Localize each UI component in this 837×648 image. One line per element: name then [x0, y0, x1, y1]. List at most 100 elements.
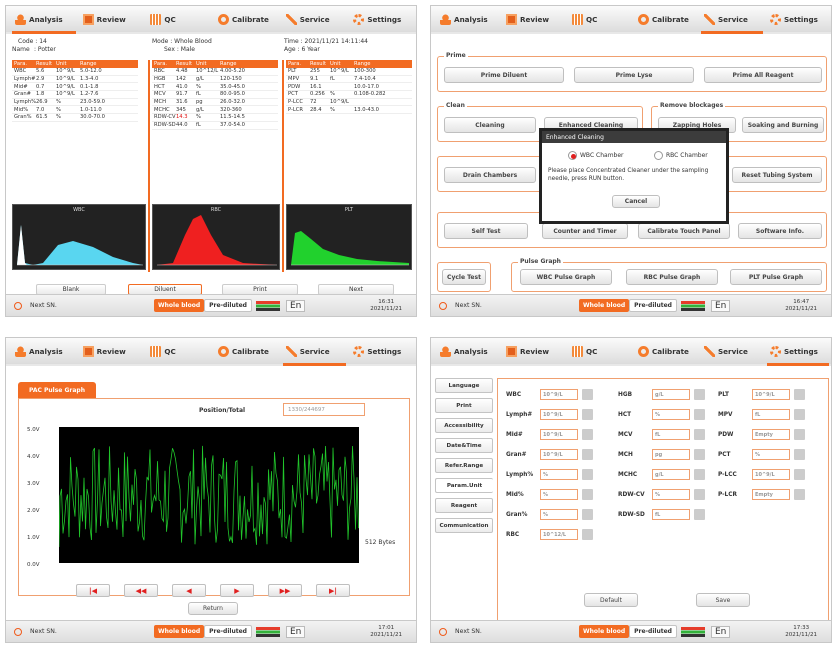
unit-field[interactable]: fL — [652, 429, 690, 440]
soaking-burning-button[interactable]: Soaking and Burning — [742, 117, 824, 133]
tab-analysis[interactable]: Analysis — [435, 338, 501, 364]
unit-field[interactable]: fL — [752, 409, 790, 420]
wbc-chamber-option[interactable]: WBC Chamber — [568, 151, 624, 160]
prime-all-reagent-button[interactable]: Prime All Reagent — [704, 67, 822, 83]
tab-calibrate[interactable]: Calibrate — [633, 338, 699, 364]
unit-dropdown-button[interactable] — [582, 449, 593, 460]
unit-field[interactable]: % — [652, 409, 690, 420]
prediluted-mode[interactable]: Pre-diluted — [204, 299, 252, 312]
language-indicator[interactable]: En — [710, 625, 731, 638]
unit-dropdown-button[interactable] — [794, 409, 805, 420]
prev-fast-button[interactable]: ◀◀ — [124, 584, 158, 597]
unit-field[interactable]: 10^9/L — [752, 389, 790, 400]
unit-dropdown-button[interactable] — [694, 409, 705, 420]
unit-field[interactable]: % — [752, 449, 790, 460]
tab-analysis[interactable]: Analysis — [435, 6, 501, 32]
unit-field[interactable]: g/L — [652, 389, 690, 400]
power-icon[interactable] — [439, 301, 447, 310]
prediluted-mode[interactable]: Pre-diluted — [629, 299, 677, 312]
unit-field[interactable]: 10^9/L — [540, 449, 578, 460]
cycle-test-button[interactable]: Cycle Test — [442, 269, 486, 285]
language-indicator[interactable]: En — [285, 299, 306, 312]
prediluted-mode[interactable]: Pre-diluted — [204, 625, 252, 638]
tab-pac-pulse-graph[interactable]: PAC Pulse Graph — [18, 382, 96, 398]
prime-lyse-button[interactable]: Prime Lyse — [574, 67, 694, 83]
position-field[interactable]: 1330/244697 — [283, 403, 365, 416]
plt-pulse-graph-button[interactable]: PLT Pulse Graph — [730, 269, 822, 285]
tab-qc[interactable]: QC — [567, 338, 633, 364]
tab-service[interactable]: Service — [699, 338, 765, 364]
tab-review[interactable]: Review — [501, 338, 567, 364]
settings-menu-item[interactable]: Communication — [435, 518, 493, 533]
settings-menu-item[interactable]: Language — [435, 378, 493, 393]
default-button[interactable]: Default — [584, 593, 638, 607]
unit-field[interactable]: fL — [652, 509, 690, 520]
unit-field[interactable]: % — [540, 469, 578, 480]
wbc-pulse-graph-button[interactable]: WBC Pulse Graph — [520, 269, 612, 285]
unit-dropdown-button[interactable] — [694, 489, 705, 500]
prime-diluent-button[interactable]: Prime Diluent — [444, 67, 564, 83]
unit-field[interactable]: Empty — [752, 429, 790, 440]
first-page-button[interactable]: |◀ — [76, 584, 110, 597]
unit-dropdown-button[interactable] — [794, 389, 805, 400]
tab-calibrate[interactable]: Calibrate — [213, 6, 281, 32]
return-button[interactable]: Return — [188, 602, 238, 615]
unit-field[interactable]: g/L — [652, 469, 690, 480]
unit-dropdown-button[interactable] — [794, 429, 805, 440]
software-info-button[interactable]: Software Info. — [738, 223, 822, 239]
unit-field[interactable]: % — [540, 509, 578, 520]
tab-qc[interactable]: QC — [567, 6, 633, 32]
power-icon[interactable] — [14, 627, 22, 636]
counter-timer-button[interactable]: Counter and Timer — [542, 223, 628, 239]
whole-blood-mode[interactable]: Whole blood — [154, 299, 205, 312]
tab-calibrate[interactable]: Calibrate — [633, 6, 699, 32]
calibrate-touch-button[interactable]: Calibrate Touch Panel — [638, 223, 730, 239]
tab-review[interactable]: Review — [501, 6, 567, 32]
unit-dropdown-button[interactable] — [694, 469, 705, 480]
whole-blood-mode[interactable]: Whole blood — [579, 625, 630, 638]
tab-review[interactable]: Review — [78, 338, 146, 364]
unit-field[interactable]: 10^9/L — [540, 429, 578, 440]
settings-menu-item[interactable]: Print — [435, 398, 493, 413]
tab-analysis[interactable]: Analysis — [10, 6, 78, 34]
tab-qc[interactable]: QC — [145, 6, 213, 32]
tab-analysis[interactable]: Analysis — [10, 338, 78, 364]
tab-settings[interactable]: Settings — [348, 338, 416, 364]
save-button[interactable]: Save — [696, 593, 750, 607]
tab-qc[interactable]: QC — [145, 338, 213, 364]
tab-service[interactable]: Service — [699, 6, 765, 34]
unit-dropdown-button[interactable] — [794, 469, 805, 480]
tab-settings[interactable]: Settings — [348, 6, 416, 32]
unit-field[interactable]: Empty — [752, 489, 790, 500]
unit-dropdown-button[interactable] — [582, 429, 593, 440]
unit-field[interactable]: % — [540, 489, 578, 500]
unit-dropdown-button[interactable] — [694, 389, 705, 400]
whole-blood-mode[interactable]: Whole blood — [579, 299, 630, 312]
settings-menu-item[interactable]: Refer.Range — [435, 458, 493, 473]
unit-dropdown-button[interactable] — [794, 449, 805, 460]
unit-dropdown-button[interactable] — [582, 389, 593, 400]
unit-dropdown-button[interactable] — [694, 429, 705, 440]
unit-dropdown-button[interactable] — [582, 469, 593, 480]
rbc-pulse-graph-button[interactable]: RBC Pulse Graph — [626, 269, 718, 285]
tab-settings[interactable]: Settings — [765, 338, 831, 366]
tab-service[interactable]: Service — [281, 6, 349, 32]
next-fast-button[interactable]: ▶▶ — [268, 584, 302, 597]
unit-dropdown-button[interactable] — [794, 489, 805, 500]
prev-button[interactable]: ◀ — [172, 584, 206, 597]
self-test-button[interactable]: Self Test — [444, 223, 528, 239]
power-icon[interactable] — [14, 301, 22, 310]
rbc-chamber-option[interactable]: RBC Chamber — [654, 151, 708, 160]
language-indicator[interactable]: En — [710, 299, 731, 312]
unit-dropdown-button[interactable] — [582, 409, 593, 420]
prediluted-mode[interactable]: Pre-diluted — [629, 625, 677, 638]
cleaning-button[interactable]: Cleaning — [444, 117, 536, 133]
power-icon[interactable] — [439, 627, 447, 636]
next-button[interactable]: ▶ — [220, 584, 254, 597]
settings-menu-item[interactable]: Date&Time — [435, 438, 493, 453]
unit-field[interactable]: % — [652, 489, 690, 500]
unit-field[interactable]: 10^9/L — [540, 409, 578, 420]
unit-dropdown-button[interactable] — [582, 489, 593, 500]
tab-review[interactable]: Review — [78, 6, 146, 32]
unit-field[interactable]: 10^12/L — [540, 529, 578, 540]
